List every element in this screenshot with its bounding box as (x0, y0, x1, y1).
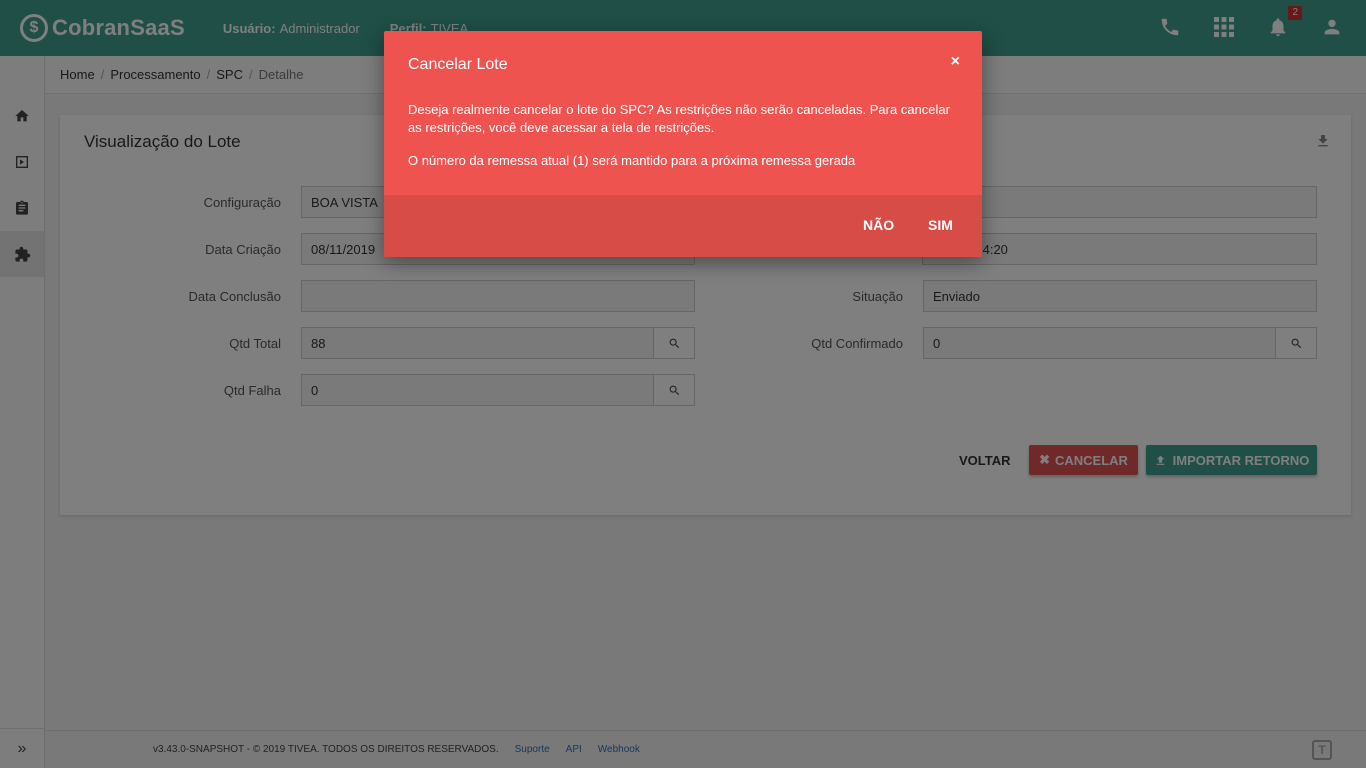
close-icon[interactable]: × (951, 53, 960, 71)
dialog-message-remessa: O número da remessa atual (1) será manti… (408, 153, 856, 168)
dialog-title: Cancelar Lote (408, 56, 508, 73)
sim-button[interactable]: SIM (928, 217, 953, 233)
dialog-body: Deseja realmente cancelar o lote do SPC?… (408, 101, 958, 185)
dialog-message: Deseja realmente cancelar o lote do SPC?… (408, 102, 950, 135)
nao-button[interactable]: NÃO (863, 217, 894, 233)
dialog-footer: NÃO SIM (384, 195, 982, 257)
cancelar-lote-dialog: Cancelar Lote × Deseja realmente cancela… (384, 31, 982, 257)
